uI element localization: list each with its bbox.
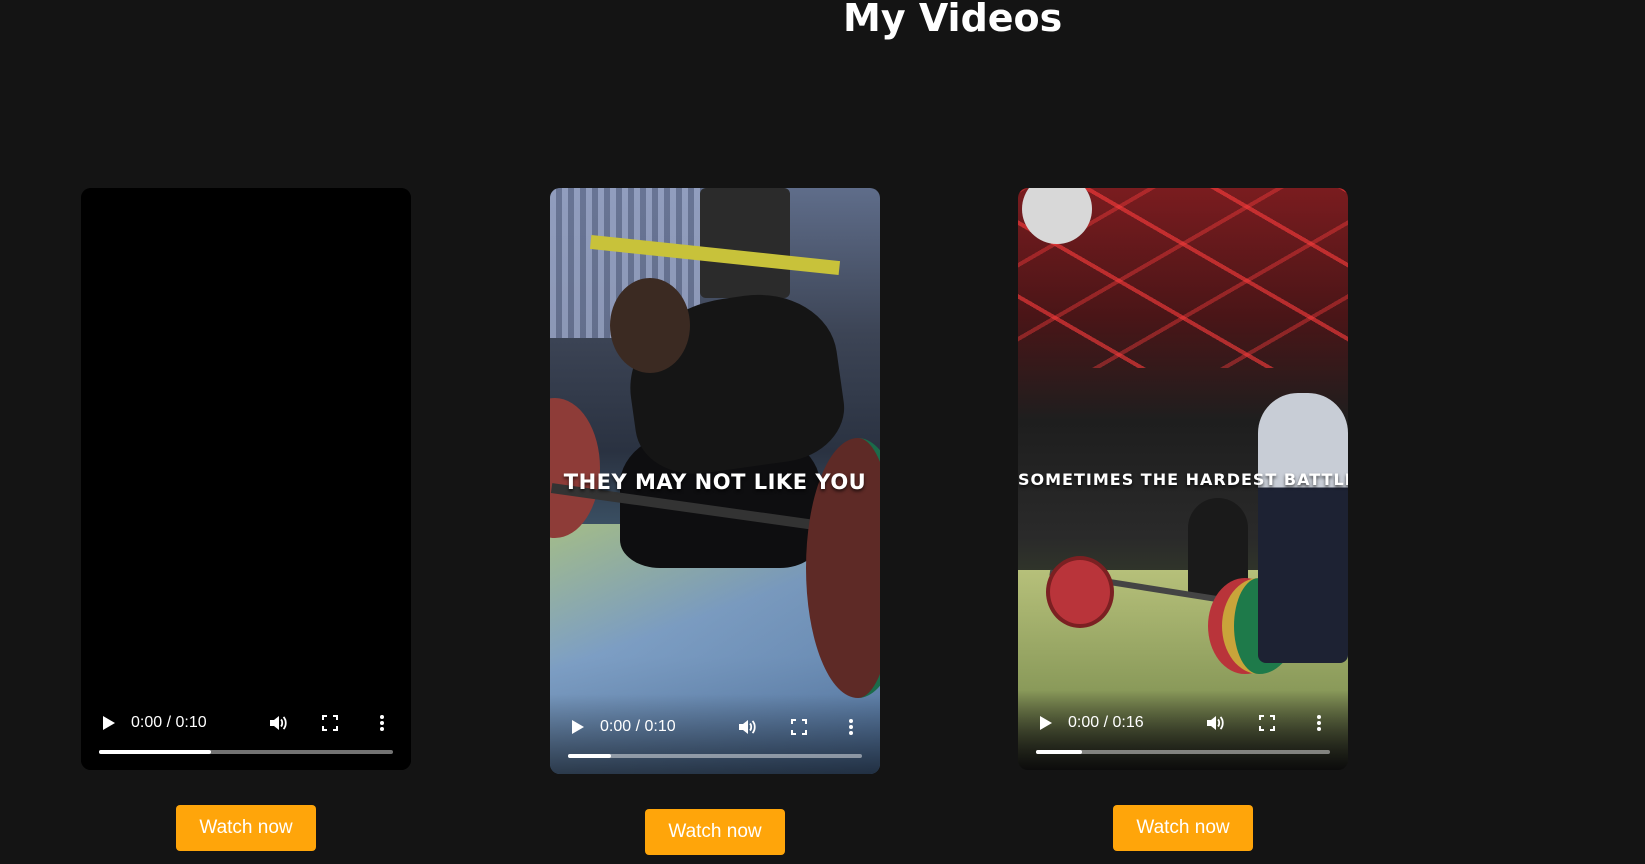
watch-now-button[interactable]: Watch now bbox=[645, 809, 785, 855]
progress-bar[interactable] bbox=[568, 754, 862, 758]
progress-buffered bbox=[99, 750, 211, 754]
more-options-icon[interactable] bbox=[1308, 712, 1330, 734]
progress-bar[interactable] bbox=[1036, 750, 1330, 754]
video-caption: THEY MAY NOT LIKE YOU bbox=[563, 470, 867, 494]
progress-buffered bbox=[1036, 750, 1082, 754]
fullscreen-icon[interactable] bbox=[788, 716, 810, 738]
more-options-icon[interactable] bbox=[840, 716, 862, 738]
video-player[interactable]: THEY MAY NOT LIKE YOU 0:00 / 0:10 bbox=[550, 188, 880, 774]
volume-icon[interactable] bbox=[1204, 712, 1226, 734]
play-icon[interactable] bbox=[103, 716, 115, 730]
video-player[interactable]: 0:00 / 0:10 bbox=[81, 188, 411, 770]
watch-now-button[interactable]: Watch now bbox=[176, 805, 316, 851]
page-title: My Videos bbox=[843, 0, 1063, 40]
time-display: 0:00 / 0:16 bbox=[1068, 714, 1144, 731]
video-frame bbox=[81, 188, 411, 770]
fullscreen-icon[interactable] bbox=[319, 712, 341, 734]
more-options-icon[interactable] bbox=[371, 712, 393, 734]
video-card: 0:00 / 0:10 Watch now bbox=[81, 188, 411, 851]
watch-now-button[interactable]: Watch now bbox=[1113, 805, 1253, 851]
video-card: THEY MAY NOT LIKE YOU 0:00 / 0:10 Watch … bbox=[550, 188, 880, 855]
video-player[interactable]: SOMETIMES THE HARDEST BATTLE 0:00 / 0:16 bbox=[1018, 188, 1348, 770]
time-display: 0:00 / 0:10 bbox=[131, 714, 207, 731]
video-controls: 0:00 / 0:10 bbox=[550, 694, 880, 774]
play-icon[interactable] bbox=[1040, 716, 1052, 730]
video-caption: SOMETIMES THE HARDEST BATTLE bbox=[1018, 470, 1348, 489]
time-display: 0:00 / 0:10 bbox=[600, 718, 676, 735]
fullscreen-icon[interactable] bbox=[1256, 712, 1278, 734]
progress-buffered bbox=[568, 754, 611, 758]
video-controls: 0:00 / 0:16 bbox=[1018, 690, 1348, 770]
volume-icon[interactable] bbox=[267, 712, 289, 734]
play-icon[interactable] bbox=[572, 720, 584, 734]
progress-bar[interactable] bbox=[99, 750, 393, 754]
volume-icon[interactable] bbox=[736, 716, 758, 738]
video-controls: 0:00 / 0:10 bbox=[81, 690, 411, 770]
video-card: SOMETIMES THE HARDEST BATTLE 0:00 / 0:16 bbox=[1018, 188, 1348, 851]
